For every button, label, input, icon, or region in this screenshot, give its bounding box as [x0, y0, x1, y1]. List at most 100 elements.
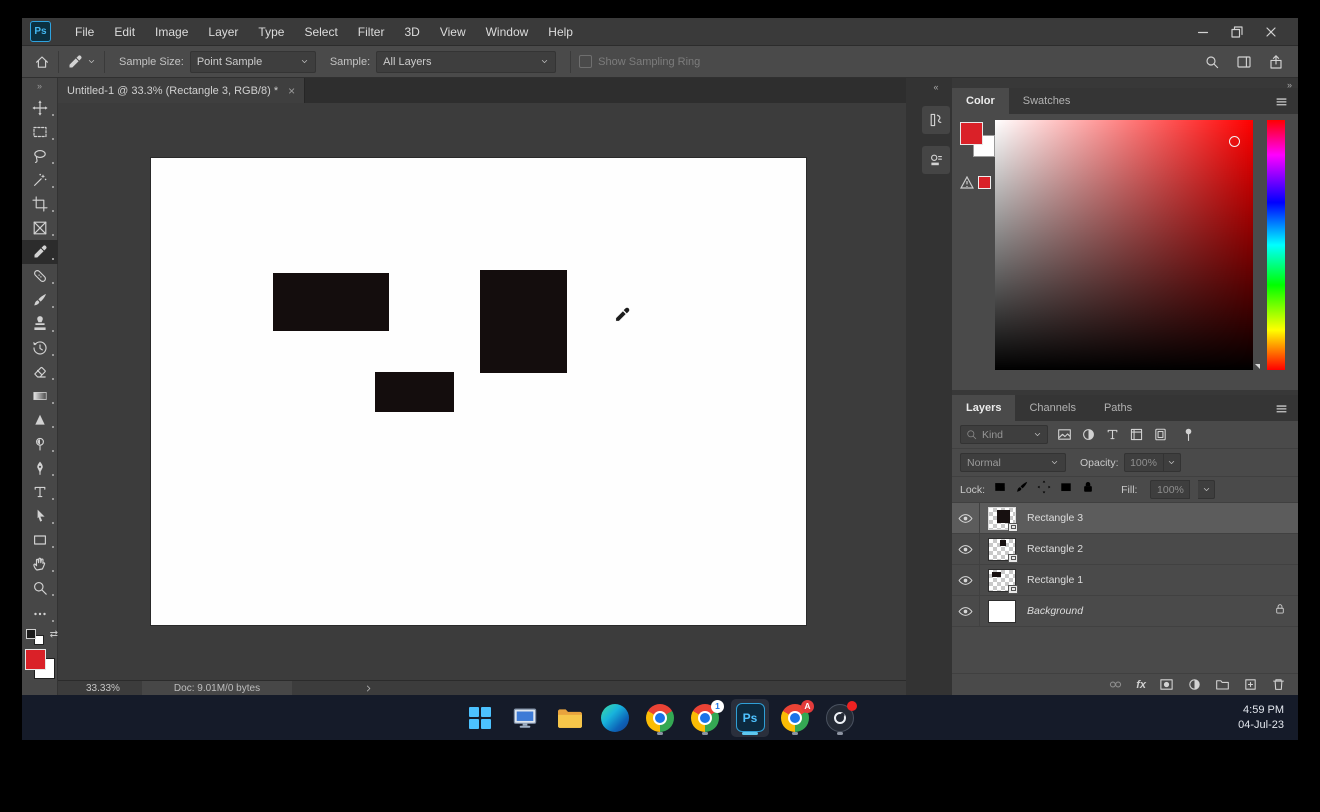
filter-type-layers-icon[interactable] — [1105, 427, 1120, 442]
layer-row-rectangle-1[interactable]: Rectangle 1 — [952, 565, 1298, 596]
layer-effects-button[interactable]: fx — [1136, 679, 1146, 691]
taskbar-clock[interactable]: 4:59 PM 04-Jul-23 — [1238, 695, 1284, 740]
panel-menu-icon[interactable] — [1275, 402, 1288, 415]
menu-item-edit[interactable]: Edit — [104, 18, 145, 46]
home-button[interactable] — [34, 54, 50, 70]
filter-smart-objects-icon[interactable] — [1153, 427, 1168, 442]
visibility-toggle[interactable] — [952, 534, 980, 565]
libraries-panel-button[interactable] — [922, 146, 950, 174]
tab-swatches[interactable]: Swatches — [1009, 88, 1085, 114]
rectangular-marquee-tool[interactable] — [22, 120, 58, 144]
panel-menu-icon[interactable] — [1275, 95, 1288, 108]
share-icon[interactable] — [1268, 54, 1284, 70]
rectangle-shape-tool[interactable] — [22, 528, 58, 552]
layer-thumbnail[interactable] — [989, 508, 1015, 529]
filter-shape-layers-icon[interactable] — [1129, 427, 1144, 442]
hand-tool[interactable] — [22, 552, 58, 576]
layer-name[interactable]: Rectangle 3 — [1027, 512, 1083, 524]
type-tool[interactable] — [22, 480, 58, 504]
default-colors-icon[interactable]: ⇄ — [26, 629, 44, 645]
gradient-tool[interactable] — [22, 384, 58, 408]
fill-value[interactable]: 100% — [1150, 480, 1190, 499]
tab-close-icon[interactable]: × — [288, 85, 295, 97]
hue-slider[interactable] — [1267, 120, 1285, 370]
lock-image-icon[interactable] — [1015, 480, 1029, 499]
obs-studio-icon[interactable] — [821, 699, 859, 737]
pen-tool[interactable] — [22, 456, 58, 480]
menu-item-file[interactable]: File — [65, 18, 104, 46]
filter-pixel-layers-icon[interactable] — [1057, 427, 1072, 442]
tab-channels[interactable]: Channels — [1015, 395, 1089, 421]
layer-thumbnail[interactable] — [989, 570, 1015, 591]
sample-dropdown[interactable]: All Layers — [376, 51, 556, 73]
menu-item-select[interactable]: Select — [294, 18, 347, 46]
brush-tool[interactable] — [22, 288, 58, 312]
clone-stamp-tool[interactable] — [22, 312, 58, 336]
object-selection-tool[interactable] — [22, 168, 58, 192]
foreground-background-swatches[interactable] — [25, 649, 55, 679]
opacity-value[interactable]: 100% — [1124, 453, 1164, 472]
opacity-dropdown-icon[interactable] — [1164, 453, 1181, 472]
show-sampling-ring-checkbox[interactable]: Show Sampling Ring — [579, 55, 700, 68]
photoshop-taskbar-icon[interactable]: Ps — [731, 699, 769, 737]
menu-item-filter[interactable]: Filter — [348, 18, 395, 46]
lock-position-icon[interactable] — [1037, 480, 1051, 499]
dodge-tool[interactable] — [22, 432, 58, 456]
workspace-switcher-icon[interactable] — [1236, 54, 1252, 70]
layer-name[interactable]: Background — [1027, 605, 1083, 617]
crop-tool[interactable] — [22, 192, 58, 216]
expand-panels-icon[interactable]: « — [933, 80, 938, 94]
menu-item-help[interactable]: Help — [538, 18, 583, 46]
history-panel-button[interactable] — [922, 106, 950, 134]
gamut-color-chip[interactable] — [978, 176, 991, 189]
document-size-info[interactable]: Doc: 9.01M/0 bytes — [142, 681, 292, 696]
minimize-button[interactable] — [1186, 20, 1220, 44]
visibility-toggle[interactable] — [952, 565, 980, 596]
search-icon[interactable] — [1204, 54, 1220, 70]
lasso-tool[interactable] — [22, 144, 58, 168]
toolbar-collapse-icon[interactable]: » — [37, 80, 42, 92]
tab-layers[interactable]: Layers — [952, 395, 1015, 421]
menu-item-3d[interactable]: 3D — [394, 18, 429, 46]
fill-dropdown-icon[interactable] — [1198, 480, 1215, 499]
layer-name[interactable]: Rectangle 2 — [1027, 543, 1083, 555]
layer-row-rectangle-2[interactable]: Rectangle 2 — [952, 534, 1298, 565]
link-layers-icon[interactable] — [1108, 677, 1123, 692]
visibility-toggle[interactable] — [952, 503, 980, 534]
filter-pin-icon[interactable] — [1181, 427, 1196, 442]
spot-healing-brush-tool[interactable] — [22, 264, 58, 288]
adjustment-layer-icon[interactable] — [1187, 677, 1202, 692]
lock-transparency-icon[interactable] — [993, 480, 1007, 499]
eraser-tool[interactable] — [22, 360, 58, 384]
edit-toolbar-button[interactable] — [22, 602, 58, 626]
pasteboard[interactable] — [58, 103, 906, 680]
menu-item-window[interactable]: Window — [476, 18, 539, 46]
lock-artboard-icon[interactable] — [1059, 480, 1073, 499]
filter-adjustment-layers-icon[interactable] — [1081, 427, 1096, 442]
saturation-brightness-field[interactable] — [995, 120, 1253, 370]
canvas-area[interactable] — [151, 158, 806, 625]
close-button[interactable] — [1254, 20, 1288, 44]
layer-row-rectangle-3[interactable]: Rectangle 3 — [952, 503, 1298, 534]
foreground-color-swatch[interactable] — [25, 649, 46, 670]
lock-all-icon[interactable] — [1081, 480, 1095, 499]
layer-thumbnail[interactable] — [989, 601, 1015, 622]
history-brush-tool[interactable] — [22, 336, 58, 360]
color-picker-marker[interactable] — [1229, 136, 1240, 147]
gamut-warning[interactable] — [960, 176, 991, 189]
menu-item-image[interactable]: Image — [145, 18, 198, 46]
layer-name[interactable]: Rectangle 1 — [1027, 574, 1083, 586]
tab-color[interactable]: Color — [952, 88, 1009, 114]
swap-colors-icon[interactable]: ⇄ — [50, 629, 58, 640]
blur-tool[interactable] — [22, 408, 58, 432]
move-tool[interactable] — [22, 96, 58, 120]
restore-button[interactable] — [1220, 20, 1254, 44]
document-tab[interactable]: Untitled-1 @ 33.3% (Rectangle 3, RGB/8) … — [58, 78, 305, 103]
file-explorer-icon[interactable] — [551, 699, 589, 737]
layer-thumbnail[interactable] — [989, 539, 1015, 560]
menu-item-view[interactable]: View — [430, 18, 476, 46]
tab-paths[interactable]: Paths — [1090, 395, 1146, 421]
eyedropper-preset-icon[interactable] — [67, 54, 96, 70]
new-group-icon[interactable] — [1215, 677, 1230, 692]
sample-size-dropdown[interactable]: Point Sample — [190, 51, 316, 73]
